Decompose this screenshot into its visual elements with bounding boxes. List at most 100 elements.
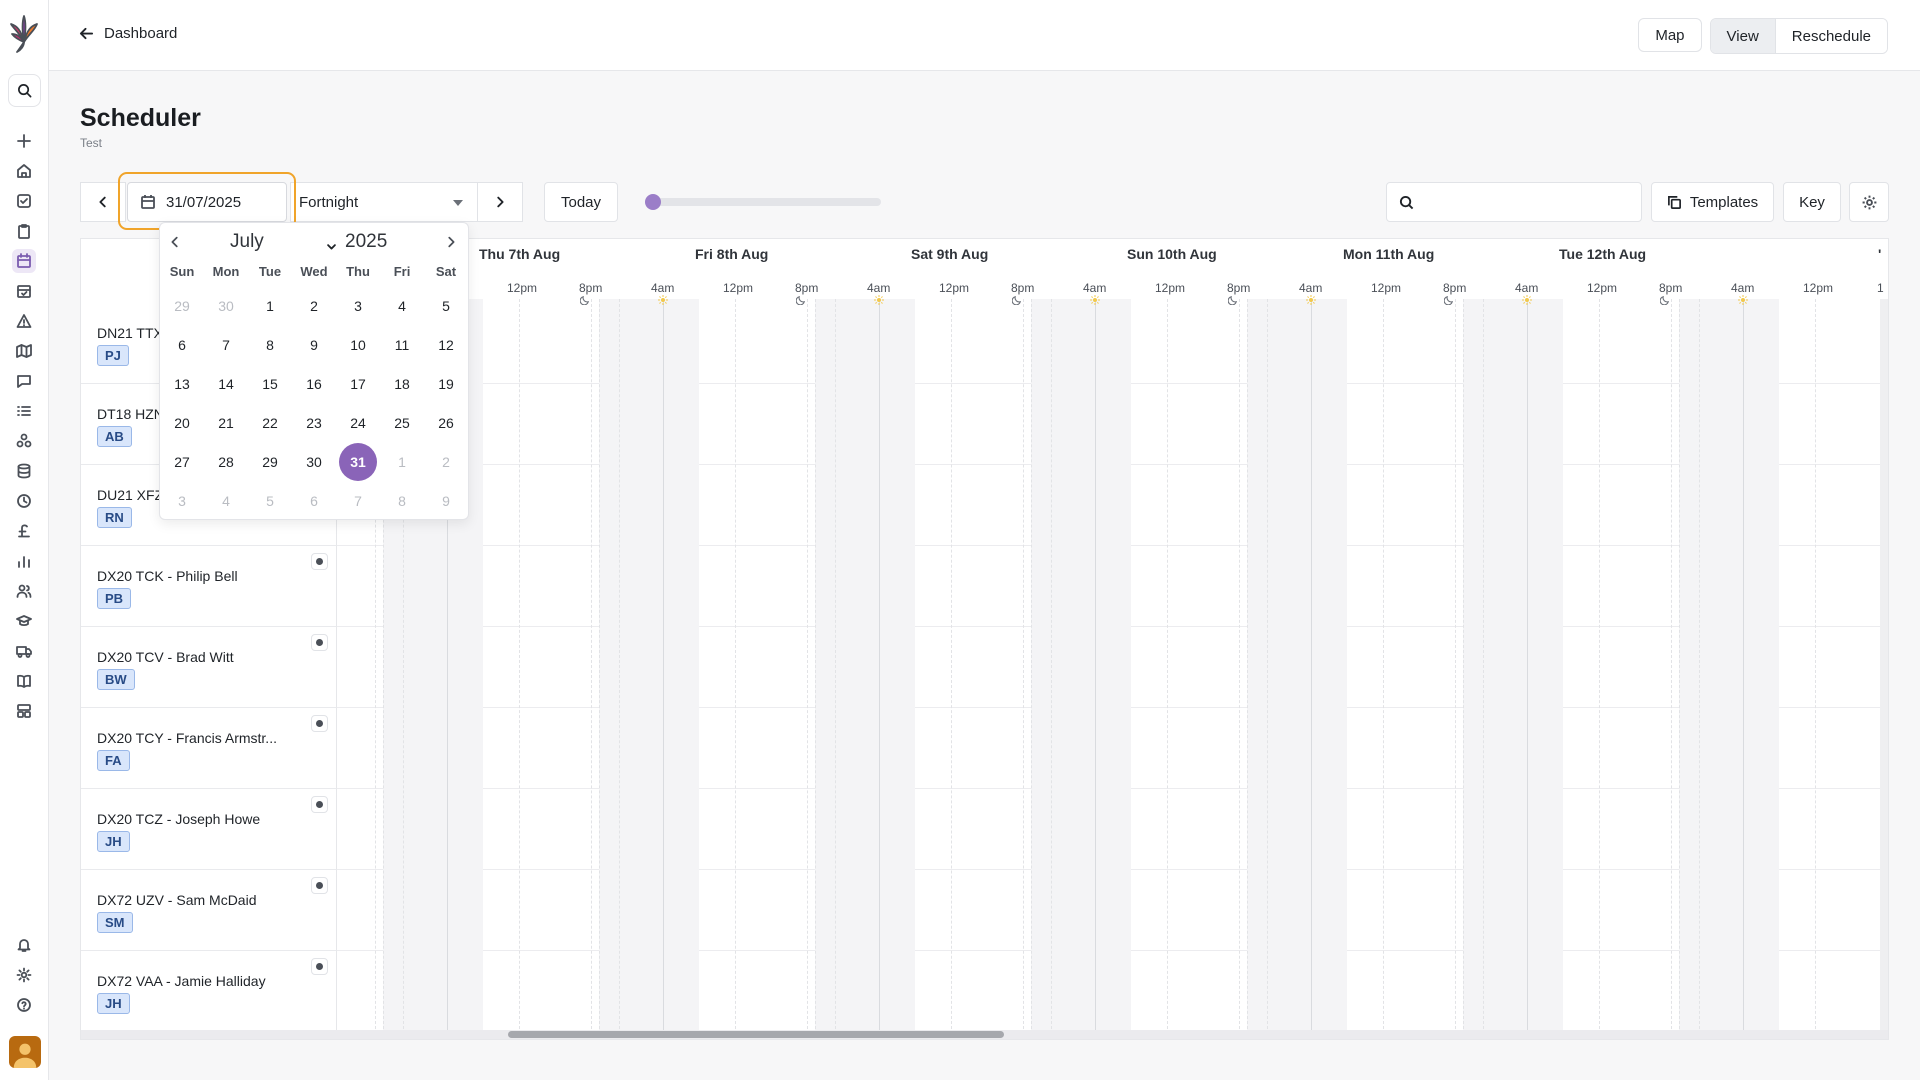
- calendar-day[interactable]: 7: [339, 482, 377, 520]
- next-period-button[interactable]: [477, 182, 523, 222]
- calendar-day[interactable]: 6: [295, 482, 333, 520]
- zoom-slider-handle[interactable]: [645, 194, 661, 210]
- sidebar-item-alerts[interactable]: [12, 309, 36, 333]
- calendar-day[interactable]: 30: [207, 287, 245, 325]
- calendar-day[interactable]: 1: [383, 443, 421, 481]
- resource-row[interactable]: DX20 TCZ - Joseph Howe JH: [81, 789, 337, 870]
- view-button[interactable]: View: [1710, 19, 1776, 53]
- sidebar-item-reports[interactable]: [12, 549, 36, 573]
- sidebar-item-bookings[interactable]: [12, 279, 36, 303]
- resource-row[interactable]: DX20 TCV - Brad Witt BW: [81, 627, 337, 708]
- reschedule-button[interactable]: Reschedule: [1775, 19, 1887, 53]
- calendar-day[interactable]: 14: [207, 365, 245, 403]
- sidebar-search-button[interactable]: [8, 74, 41, 107]
- sidebar-item-messages[interactable]: [12, 369, 36, 393]
- calendar-day[interactable]: 6: [163, 326, 201, 364]
- calendar-day[interactable]: 29: [251, 443, 289, 481]
- period-select[interactable]: Fortnight: [290, 182, 478, 222]
- sidebar-item-notifications[interactable]: [12, 933, 36, 957]
- resource-row[interactable]: DX72 VAA - Jamie Halliday JH: [81, 951, 337, 1032]
- zoom-slider[interactable]: [645, 194, 881, 210]
- sidebar-item-vehicles[interactable]: [12, 639, 36, 663]
- calendar-day[interactable]: 8: [383, 482, 421, 520]
- previous-month-button[interactable]: [168, 235, 184, 251]
- calendar-day[interactable]: 10: [339, 326, 377, 364]
- templates-button[interactable]: Templates: [1651, 182, 1774, 222]
- calendar-day[interactable]: 21: [207, 404, 245, 442]
- sidebar-item-knowledge[interactable]: [12, 669, 36, 693]
- calendar-day[interactable]: 27: [163, 443, 201, 481]
- sidebar-item-training[interactable]: [12, 609, 36, 633]
- calendar-day[interactable]: 26: [427, 404, 465, 442]
- sidebar-item-add[interactable]: [12, 129, 36, 153]
- calendar-day[interactable]: 4: [207, 482, 245, 520]
- calendar-day[interactable]: 12: [427, 326, 465, 364]
- calendar-day[interactable]: 29: [163, 287, 201, 325]
- calendar-day[interactable]: 25: [383, 404, 421, 442]
- sidebar-item-settings[interactable]: [12, 963, 36, 987]
- map-button[interactable]: Map: [1638, 18, 1702, 52]
- calendar-day[interactable]: 9: [295, 326, 333, 364]
- search-input[interactable]: [1386, 182, 1642, 222]
- calendar-day[interactable]: 8: [251, 326, 289, 364]
- vertical-scrollbar[interactable]: [1880, 299, 1888, 1031]
- back-to-dashboard-link[interactable]: Dashboard: [79, 25, 177, 42]
- calendar-day[interactable]: 13: [163, 365, 201, 403]
- calendar-day[interactable]: 17: [339, 365, 377, 403]
- resource-status-toggle[interactable]: [311, 634, 328, 651]
- resource-row[interactable]: DX20 TCY - Francis Armstr... FA: [81, 708, 337, 789]
- sidebar-item-finance[interactable]: [12, 519, 36, 543]
- sidebar-item-layout[interactable]: [12, 699, 36, 723]
- next-month-button[interactable]: [444, 235, 460, 251]
- calendar-day[interactable]: 30: [295, 443, 333, 481]
- calendar-day[interactable]: 19: [427, 365, 465, 403]
- calendar-day[interactable]: 16: [295, 365, 333, 403]
- resource-status-toggle[interactable]: [311, 715, 328, 732]
- calendar-day[interactable]: 9: [427, 482, 465, 520]
- calendar-day[interactable]: 15: [251, 365, 289, 403]
- calendar-day[interactable]: 3: [339, 287, 377, 325]
- month-select[interactable]: July: [230, 231, 264, 253]
- calendar-day[interactable]: 28: [207, 443, 245, 481]
- sidebar-item-map[interactable]: [12, 339, 36, 363]
- calendar-day[interactable]: 5: [427, 287, 465, 325]
- selected-date[interactable]: 31: [339, 443, 377, 481]
- calendar-day[interactable]: 24: [339, 404, 377, 442]
- key-button[interactable]: Key: [1783, 182, 1841, 222]
- calendar-day[interactable]: 11: [383, 326, 421, 364]
- sidebar-item-tasks[interactable]: [12, 189, 36, 213]
- resource-status-toggle[interactable]: [311, 958, 328, 975]
- sidebar-item-checklists[interactable]: [12, 399, 36, 423]
- calendar-day[interactable]: 3: [163, 482, 201, 520]
- calendar-day[interactable]: 18: [383, 365, 421, 403]
- resource-status-toggle[interactable]: [311, 553, 328, 570]
- sidebar-item-users[interactable]: [12, 579, 36, 603]
- sidebar-item-jobs[interactable]: [12, 219, 36, 243]
- calendar-day[interactable]: 2: [427, 443, 465, 481]
- calendar-day[interactable]: 2: [295, 287, 333, 325]
- today-button[interactable]: Today: [544, 182, 618, 222]
- calendar-day[interactable]: 22: [251, 404, 289, 442]
- user-avatar[interactable]: [9, 1036, 41, 1068]
- year-input[interactable]: 2025: [345, 231, 387, 253]
- resource-status-toggle[interactable]: [311, 796, 328, 813]
- calendar-day[interactable]: 23: [295, 404, 333, 442]
- scheduler-settings-button[interactable]: [1849, 182, 1889, 222]
- calendar-day[interactable]: 5: [251, 482, 289, 520]
- horizontal-scrollbar[interactable]: [81, 1030, 1888, 1039]
- timeline[interactable]: Thu 7th Aug Fri 8th Aug Sat 9th Aug Sun 10t…: [337, 239, 1884, 1039]
- sidebar-item-scheduler[interactable]: [12, 249, 36, 273]
- sidebar-item-timesheets[interactable]: [12, 489, 36, 513]
- resource-status-toggle[interactable]: [311, 877, 328, 894]
- horizontal-scrollbar-thumb[interactable]: [508, 1031, 1004, 1038]
- calendar-day[interactable]: 4: [383, 287, 421, 325]
- date-input[interactable]: 31/07/2025: [127, 182, 287, 222]
- calendar-day[interactable]: 1: [251, 287, 289, 325]
- calendar-day[interactable]: 20: [163, 404, 201, 442]
- sidebar-item-data[interactable]: [12, 459, 36, 483]
- resource-row[interactable]: DX72 UZV - Sam McDaid SM: [81, 870, 337, 951]
- calendar-day[interactable]: 7: [207, 326, 245, 364]
- sidebar-item-home[interactable]: [12, 159, 36, 183]
- sidebar-item-help[interactable]: [12, 993, 36, 1017]
- resource-row[interactable]: DX20 TCK - Philip Bell PB: [81, 546, 337, 627]
